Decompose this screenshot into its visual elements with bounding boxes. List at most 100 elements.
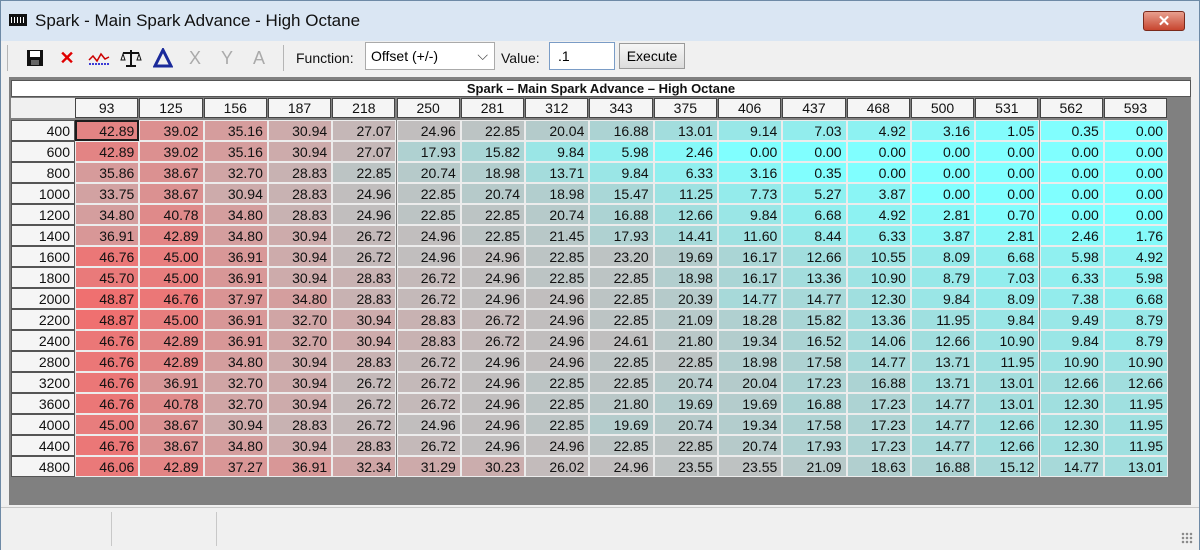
table-cell[interactable]: 45.00 — [75, 414, 140, 435]
value-input[interactable]: .1 — [549, 42, 615, 70]
row-header[interactable]: 1000 — [11, 183, 75, 204]
table-cell[interactable]: 9.14 — [718, 120, 783, 141]
table-cell[interactable]: 18.98 — [718, 351, 783, 372]
table-cell[interactable]: 26.72 — [332, 393, 397, 414]
table-cell[interactable]: 30.94 — [267, 141, 333, 162]
table-cell[interactable]: 9.49 — [1039, 309, 1104, 330]
table-cell[interactable]: 39.02 — [139, 141, 204, 162]
table-cell[interactable]: 20.74 — [460, 183, 526, 204]
delete-icon[interactable]: ✕ — [55, 46, 79, 70]
table-cell[interactable]: 36.91 — [267, 456, 333, 477]
table-cell[interactable]: 30.94 — [332, 330, 397, 351]
table-cell[interactable]: 10.90 — [1039, 351, 1104, 372]
table-cell[interactable]: 26.72 — [396, 435, 461, 456]
table-cell[interactable]: 20.04 — [525, 120, 590, 141]
table-cell[interactable]: 12.30 — [1039, 435, 1104, 456]
save-icon[interactable] — [23, 46, 47, 70]
table-cell[interactable]: 15.47 — [589, 183, 654, 204]
table-cell[interactable]: 22.85 — [525, 393, 590, 414]
table-cell[interactable]: 17.23 — [846, 393, 911, 414]
table-cell[interactable]: 48.87 — [75, 288, 140, 309]
table-cell[interactable]: 21.80 — [653, 330, 718, 351]
row-header[interactable]: 1600 — [11, 246, 75, 267]
table-cell[interactable]: 0.00 — [910, 162, 976, 183]
column-header[interactable]: 531 — [975, 98, 1039, 118]
table-cell[interactable]: 42.89 — [139, 351, 204, 372]
table-cell[interactable]: 35.86 — [75, 162, 140, 183]
table-cell[interactable]: 28.83 — [332, 267, 397, 288]
table-cell[interactable]: 40.78 — [139, 393, 204, 414]
table-cell[interactable]: 15.82 — [460, 141, 526, 162]
table-cell[interactable]: 42.89 — [139, 456, 204, 477]
table-cell[interactable]: 0.00 — [975, 141, 1040, 162]
table-cell[interactable]: 13.01 — [975, 372, 1040, 393]
table-cell[interactable]: 42.89 — [75, 120, 140, 141]
table-cell[interactable]: 7.73 — [718, 183, 783, 204]
table-cell[interactable]: 1.05 — [975, 120, 1040, 141]
table-cell[interactable]: 16.17 — [718, 246, 783, 267]
table-cell[interactable]: 34.80 — [267, 288, 333, 309]
table-cell[interactable]: 22.85 — [589, 372, 654, 393]
table-cell[interactable]: 12.30 — [1039, 393, 1104, 414]
table-cell[interactable]: 8.79 — [1103, 309, 1169, 330]
table-cell[interactable]: 16.17 — [718, 267, 783, 288]
table-cell[interactable]: 0.00 — [718, 141, 783, 162]
table-cell[interactable]: 17.23 — [846, 435, 911, 456]
function-select[interactable]: Offset (+/-) ⌵ — [365, 42, 495, 70]
table-cell[interactable]: 42.89 — [75, 141, 140, 162]
column-header[interactable]: 156 — [203, 98, 267, 118]
table-cell[interactable]: 0.70 — [975, 204, 1040, 225]
table-cell[interactable]: 34.80 — [203, 435, 268, 456]
table-cell[interactable]: 9.84 — [589, 162, 654, 183]
column-header[interactable]: 468 — [846, 98, 910, 118]
table-cell[interactable]: 22.85 — [525, 267, 590, 288]
table-cell[interactable]: 22.85 — [589, 267, 654, 288]
table-cell[interactable]: 3.16 — [718, 162, 783, 183]
table-cell[interactable]: 46.06 — [75, 456, 140, 477]
interpolate-icon[interactable] — [151, 46, 175, 70]
table-cell[interactable]: 19.34 — [718, 414, 783, 435]
table-cell[interactable]: 42.89 — [139, 225, 204, 246]
table-cell[interactable]: 46.76 — [75, 246, 140, 267]
table-cell[interactable]: 21.45 — [525, 225, 590, 246]
table-cell[interactable]: 36.91 — [139, 372, 204, 393]
table-cell[interactable]: 28.83 — [267, 183, 333, 204]
table-cell[interactable]: 13.36 — [782, 267, 847, 288]
table-cell[interactable]: 11.25 — [653, 183, 718, 204]
column-header[interactable]: 312 — [525, 98, 589, 118]
column-header[interactable]: 125 — [139, 98, 203, 118]
table-cell[interactable]: 24.96 — [460, 372, 526, 393]
table-cell[interactable]: 30.94 — [267, 351, 333, 372]
table-cell[interactable]: 38.67 — [139, 162, 204, 183]
table-cell[interactable]: 7.03 — [975, 267, 1040, 288]
table-cell[interactable]: 6.68 — [975, 246, 1040, 267]
table-cell[interactable]: 10.90 — [1103, 351, 1169, 372]
table-cell[interactable]: 20.74 — [653, 414, 718, 435]
table-cell[interactable]: 1.76 — [1103, 225, 1169, 246]
table-cell[interactable]: 9.84 — [718, 204, 783, 225]
table-cell[interactable]: 24.96 — [460, 435, 526, 456]
column-header[interactable]: 93 — [75, 98, 139, 118]
row-header[interactable]: 1800 — [11, 267, 75, 288]
table-cell[interactable]: 36.91 — [75, 225, 140, 246]
column-header[interactable]: 593 — [1103, 98, 1168, 118]
column-header[interactable]: 281 — [460, 98, 525, 118]
table-cell[interactable]: 28.83 — [332, 435, 397, 456]
table-cell[interactable]: 22.85 — [525, 372, 590, 393]
table-cell[interactable]: 31.29 — [396, 456, 461, 477]
table-cell[interactable]: 26.72 — [396, 288, 461, 309]
table-cell[interactable]: 46.76 — [75, 330, 140, 351]
column-header[interactable]: 250 — [396, 98, 460, 118]
table-cell[interactable]: 12.66 — [782, 246, 847, 267]
table-cell[interactable]: 46.76 — [75, 372, 140, 393]
table-cell[interactable]: 40.78 — [139, 204, 204, 225]
table-cell[interactable]: 33.75 — [75, 183, 140, 204]
table-cell[interactable]: 19.34 — [718, 330, 783, 351]
table-cell[interactable]: 23.55 — [718, 456, 783, 477]
table-cell[interactable]: 24.96 — [396, 120, 461, 141]
table-cell[interactable]: 24.96 — [460, 288, 526, 309]
table-cell[interactable]: 12.66 — [1103, 372, 1169, 393]
y-axis-icon[interactable]: Y — [215, 46, 239, 70]
table-cell[interactable]: 6.68 — [1103, 288, 1169, 309]
table-cell[interactable]: 0.00 — [1039, 141, 1104, 162]
